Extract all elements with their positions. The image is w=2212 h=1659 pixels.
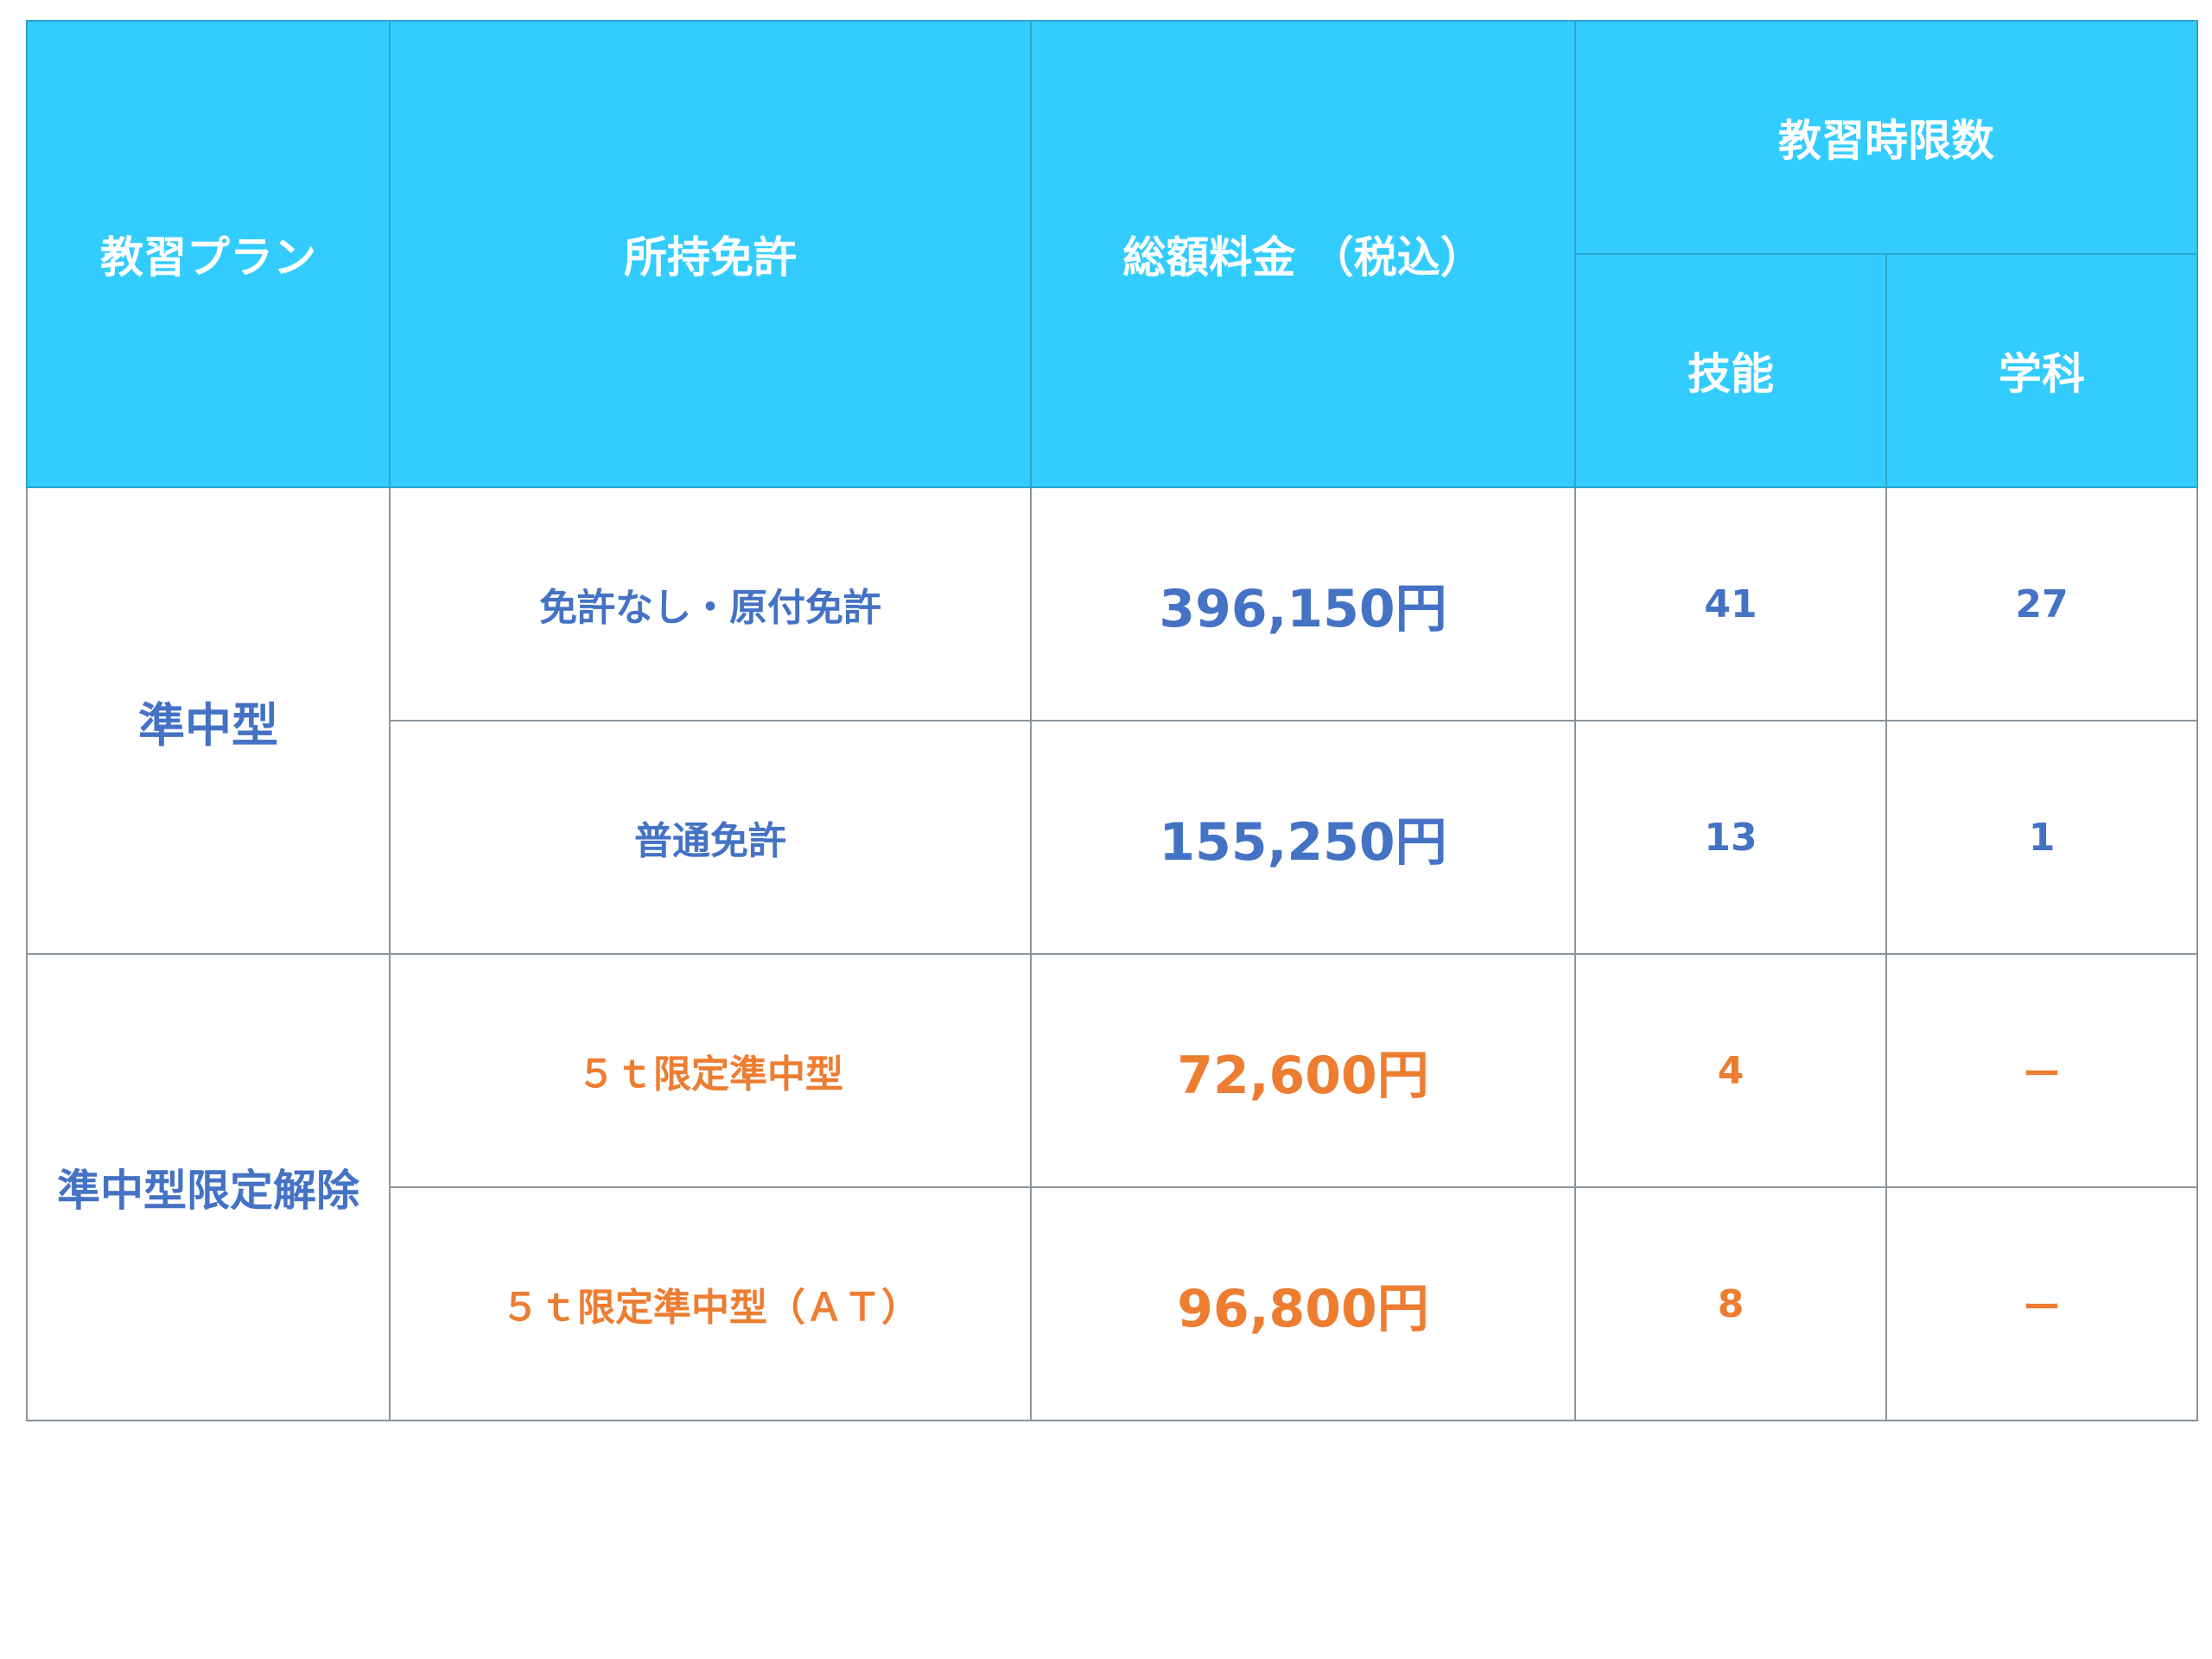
fee-cell: 155,250円 — [1030, 720, 1576, 955]
skill-hours-cell: 8 — [1574, 1186, 1887, 1421]
header-classroom: 学科 — [1885, 253, 2198, 488]
fee-cell: 72,600円 — [1030, 953, 1576, 1188]
license-cell: ５ｔ限定準中型（ＡＴ） — [389, 1186, 1032, 1421]
classroom-hours-cell: 27 — [1885, 486, 2198, 721]
table-row: 準中型限定解除 ５ｔ限定準中型 72,600円 4 ー — [26, 953, 2198, 1421]
license-cell: ５ｔ限定準中型 — [389, 953, 1032, 1188]
header-license: 所持免許 — [389, 20, 1032, 488]
header-plan: 教習プラン — [26, 20, 391, 488]
plan-cell: 準中型 — [26, 486, 391, 955]
classroom-hours-cell: ー — [1885, 953, 2198, 1188]
license-cell: 免許なし・原付免許 — [389, 486, 1032, 721]
table-row: 準中型 免許なし・原付免許 396,150円 41 27 — [26, 486, 2198, 955]
license-cell: 普通免許 — [389, 720, 1032, 955]
fee-table: 教習プラン 所持免許 総額料金 （税込） 教習時限数 技能 学科 準中型 免許な… — [26, 20, 2198, 1421]
fee-cell: 396,150円 — [1030, 486, 1576, 721]
skill-hours-cell: 41 — [1574, 486, 1887, 721]
classroom-hours-cell: ー — [1885, 1186, 2198, 1421]
classroom-hours-cell: 1 — [1885, 720, 2198, 955]
header-fee: 総額料金 （税込） — [1030, 20, 1576, 488]
skill-hours-cell: 4 — [1574, 953, 1887, 1188]
skill-hours-cell: 13 — [1574, 720, 1887, 955]
table-body: 準中型 免許なし・原付免許 396,150円 41 27 普通免許 155,25… — [26, 486, 2198, 1421]
table-header: 教習プラン 所持免許 総額料金 （税込） 教習時限数 技能 学科 — [26, 20, 2198, 488]
plan-cell: 準中型限定解除 — [26, 953, 391, 1421]
header-hours: 教習時限数 — [1574, 20, 2198, 255]
fee-cell: 96,800円 — [1030, 1186, 1576, 1421]
header-skill: 技能 — [1574, 253, 1887, 488]
